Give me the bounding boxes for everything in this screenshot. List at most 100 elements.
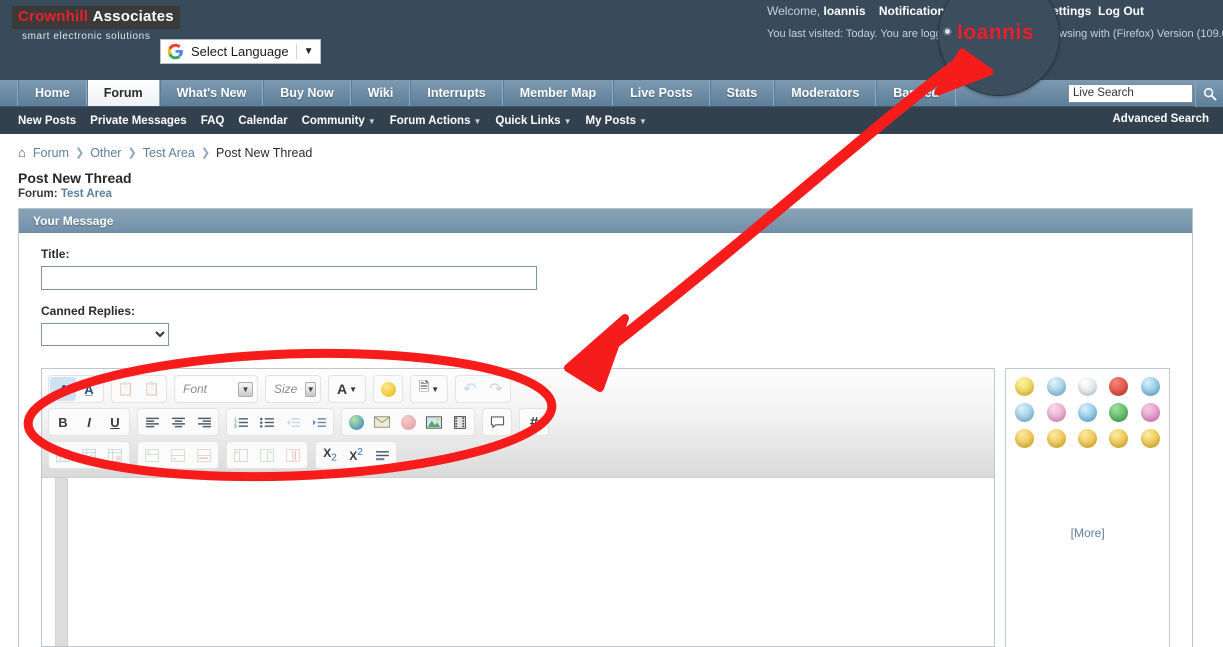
smiley-cool-blue[interactable]	[1140, 377, 1160, 396]
insert-column-after-icon[interactable]	[254, 443, 280, 467]
smiley-frown[interactable]	[1078, 429, 1098, 448]
table-properties-icon[interactable]	[76, 443, 102, 467]
smiley-biggrin[interactable]	[1046, 429, 1066, 448]
smiley-happy[interactable]	[1015, 377, 1035, 396]
message-editor: A̲ A̲ ✗ 📋 📋 Font ▼ Size ▼ A ▼ 🗎 ▼ ↶ ↷ B …	[41, 368, 996, 647]
delete-column-icon[interactable]	[280, 443, 306, 467]
subnav-item-community[interactable]: Community ▼	[302, 115, 376, 127]
nav-item-buy-now[interactable]: Buy Now	[263, 80, 351, 106]
quote-icon[interactable]	[484, 410, 510, 434]
insert-video-icon[interactable]	[447, 410, 473, 434]
smiley-rolleyes[interactable]	[1140, 429, 1160, 448]
align-center-icon[interactable]	[165, 410, 191, 434]
smiley-mad[interactable]	[1109, 377, 1129, 396]
strip-formatting-icon[interactable]: A̲ ✗	[76, 377, 102, 401]
editor-text-canvas[interactable]	[68, 478, 995, 646]
editor-row: A̲ A̲ ✗ 📋 📋 Font ▼ Size ▼ A ▼ 🗎 ▼ ↶ ↷ B …	[41, 368, 1192, 647]
home-icon[interactable]: ⌂	[18, 145, 26, 160]
subnav-item-faq[interactable]: FAQ	[201, 115, 225, 127]
subnav-item-my-posts[interactable]: My Posts ▼	[586, 115, 647, 127]
more-smileys-link[interactable]: [More]	[1012, 526, 1163, 540]
smiley-tongue-pink[interactable]	[1046, 403, 1066, 422]
logout-link[interactable]: Log Out	[1098, 4, 1144, 18]
delete-row-icon[interactable]	[191, 443, 217, 467]
forum-link[interactable]: Test Area	[61, 188, 112, 200]
subnav-item-private-messages[interactable]: Private Messages	[90, 115, 187, 127]
nav-item-live-posts[interactable]: Live Posts	[613, 80, 710, 106]
panel-header: Your Message	[19, 209, 1192, 233]
code-icon[interactable]: #	[521, 410, 547, 434]
canned-replies-select[interactable]	[41, 323, 169, 346]
chevron-down-icon: ▼	[563, 116, 572, 126]
superscript-icon[interactable]: X2	[343, 443, 369, 467]
italic-icon[interactable]: I	[76, 410, 102, 434]
insert-row-before-icon[interactable]	[139, 443, 165, 467]
smiley-smile[interactable]	[1015, 429, 1035, 448]
insert-image-icon[interactable]	[421, 410, 447, 434]
outdent-icon[interactable]	[280, 410, 306, 434]
nav-item-interrupts[interactable]: Interrupts	[410, 80, 503, 106]
search-input[interactable]	[1068, 83, 1193, 103]
insert-link-icon[interactable]	[343, 410, 369, 434]
subscript-icon[interactable]: X2	[317, 443, 343, 467]
insert-column-before-icon[interactable]	[228, 443, 254, 467]
nav-item-whats-new[interactable]: What's New	[159, 80, 264, 106]
editor-content-area[interactable]	[42, 478, 995, 646]
smiley-sunglasses[interactable]	[1015, 403, 1035, 422]
attachment-icon[interactable]: 🗎 ▼	[412, 377, 446, 401]
font-family-select[interactable]: Font ▼	[176, 377, 256, 401]
insert-email-icon[interactable]	[369, 410, 395, 434]
paste-icon[interactable]: 📋	[113, 377, 139, 401]
language-selector[interactable]: Select Language ▼	[160, 39, 321, 64]
welcome-prefix: Welcome,	[767, 4, 821, 18]
remove-link-icon[interactable]	[395, 410, 421, 434]
align-right-icon[interactable]	[191, 410, 217, 434]
canned-replies-label: Canned Replies:	[41, 304, 136, 318]
chevron-down-icon: ▼	[431, 384, 440, 394]
undo-icon[interactable]: ↶	[457, 377, 483, 401]
advanced-search-link[interactable]: Advanced Search	[1112, 113, 1209, 125]
indent-icon[interactable]	[306, 410, 332, 434]
redo-icon[interactable]: ↷	[483, 377, 509, 401]
breadcrumb-item-forum[interactable]: Forum	[33, 146, 69, 160]
nav-item-wiki[interactable]: Wiki	[350, 80, 411, 106]
unordered-list-icon[interactable]	[254, 410, 280, 434]
toolbar-row-1: A̲ A̲ ✗ 📋 📋 Font ▼ Size ▼ A ▼ 🗎 ▼ ↶ ↷	[48, 375, 988, 403]
smiley-blush-pink[interactable]	[1140, 403, 1160, 422]
text-color-icon[interactable]: A ▼	[330, 377, 364, 401]
subnav-item-new-posts[interactable]: New Posts	[18, 115, 76, 127]
breadcrumb-item-other[interactable]: Other	[90, 146, 121, 160]
nav-item-home[interactable]: Home	[18, 80, 87, 106]
insert-table-icon[interactable]	[50, 443, 76, 467]
search-button[interactable]	[1195, 80, 1223, 107]
insert-row-after-icon[interactable]	[165, 443, 191, 467]
delete-table-icon[interactable]	[102, 443, 128, 467]
subnav-item-calendar[interactable]: Calendar	[238, 115, 287, 127]
justify-icon[interactable]	[369, 443, 395, 467]
smiley-icon[interactable]	[375, 377, 401, 401]
bold-icon[interactable]: B	[50, 410, 76, 434]
chevron-down-icon[interactable]: ▼	[304, 46, 314, 57]
toolbar-group-insert	[341, 408, 475, 436]
remove-formatting-icon[interactable]: A̲	[50, 377, 76, 401]
smiley-razz[interactable]	[1109, 429, 1129, 448]
nav-item-moderators[interactable]: Moderators	[774, 80, 877, 106]
ordered-list-icon[interactable]: 123	[228, 410, 254, 434]
smiley-confused[interactable]	[1046, 377, 1066, 396]
nav-item-forum[interactable]: Forum	[86, 80, 160, 106]
nav-item-member-map[interactable]: Member Map	[502, 80, 614, 106]
nav-item-banned[interactable]: Banned	[876, 80, 957, 106]
nav-item-stats[interactable]: Stats	[709, 80, 775, 106]
breadcrumb-item-test-area[interactable]: Test Area	[143, 146, 195, 160]
font-size-select[interactable]: Size ▼	[267, 377, 319, 401]
site-logo[interactable]: Crownhill Associates	[12, 6, 180, 29]
subnav-item-quick-links[interactable]: Quick Links ▼	[495, 115, 571, 127]
smiley-eek[interactable]	[1078, 377, 1098, 396]
smiley-wink-blue[interactable]	[1078, 403, 1098, 422]
align-left-icon[interactable]	[139, 410, 165, 434]
paste-from-word-icon[interactable]: 📋	[139, 377, 165, 401]
title-input[interactable]	[41, 266, 537, 290]
underline-icon[interactable]: U	[102, 410, 128, 434]
smiley-grin-green[interactable]	[1109, 403, 1129, 422]
subnav-item-forum-actions[interactable]: Forum Actions ▼	[390, 115, 482, 127]
